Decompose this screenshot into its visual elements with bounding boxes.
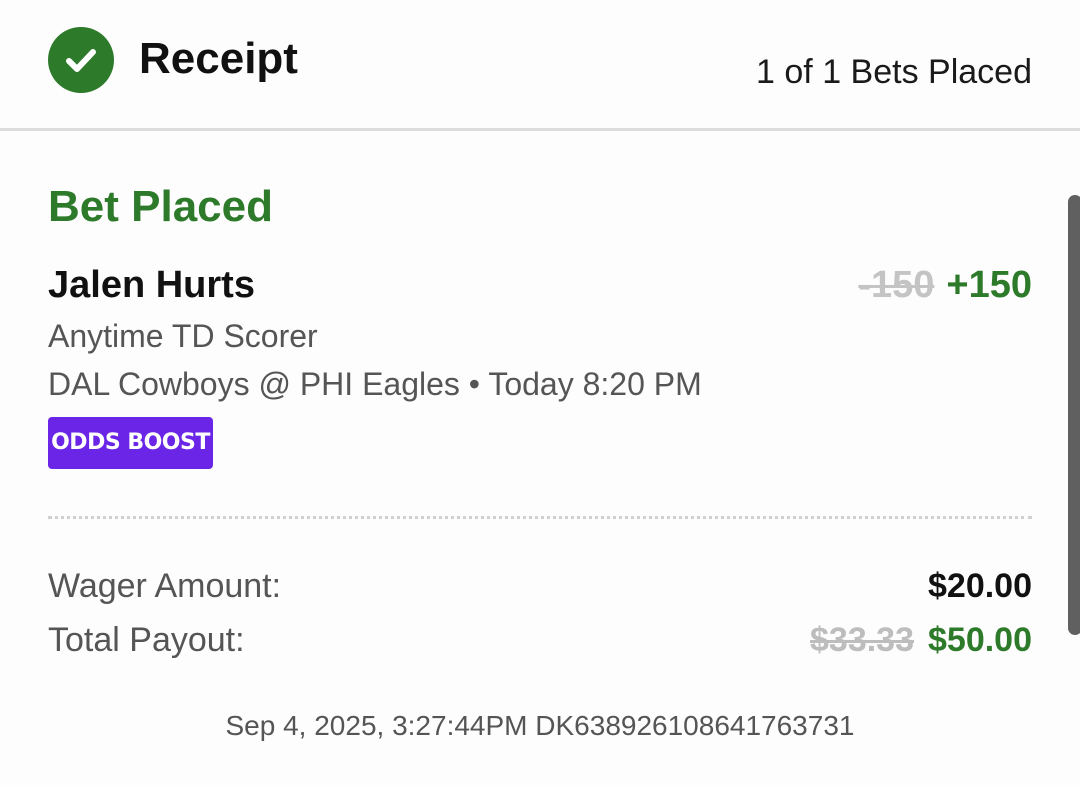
- odds-display: -150 +150: [858, 262, 1032, 308]
- dotted-divider: [48, 516, 1032, 519]
- market-name: Anytime TD Scorer: [48, 318, 318, 354]
- checkmark-icon: [66, 49, 96, 72]
- receipt-header: Receipt 1 of 1 Bets Placed: [0, 0, 1080, 131]
- page-title: Receipt: [139, 34, 298, 83]
- wager-amount-label: Wager Amount:: [48, 567, 282, 605]
- boosted-odds: +150: [946, 264, 1032, 306]
- scrollbar[interactable]: [1068, 195, 1080, 635]
- receipt-timestamp-id: Sep 4, 2025, 3:27:44PM DK638926108641763…: [225, 710, 855, 741]
- wager-amount-value: $20.00: [928, 567, 1032, 605]
- odds-boost-badge: ODDS BOOST: [48, 417, 213, 469]
- original-payout: $33.33: [810, 621, 914, 659]
- boosted-payout: $50.00: [928, 621, 1032, 659]
- original-odds: -150: [858, 264, 935, 306]
- bets-placed-count: 1 of 1 Bets Placed: [756, 53, 1032, 91]
- event-info: DAL Cowboys @ PHI Eagles • Today 8:20 PM: [48, 366, 702, 402]
- bet-status: Bet Placed: [48, 182, 273, 231]
- check-circle-icon: [48, 27, 114, 93]
- total-payout-values: $33.33 $50.00: [810, 620, 1032, 660]
- selection-name: Jalen Hurts: [48, 264, 255, 306]
- total-payout-label: Total Payout:: [48, 621, 245, 659]
